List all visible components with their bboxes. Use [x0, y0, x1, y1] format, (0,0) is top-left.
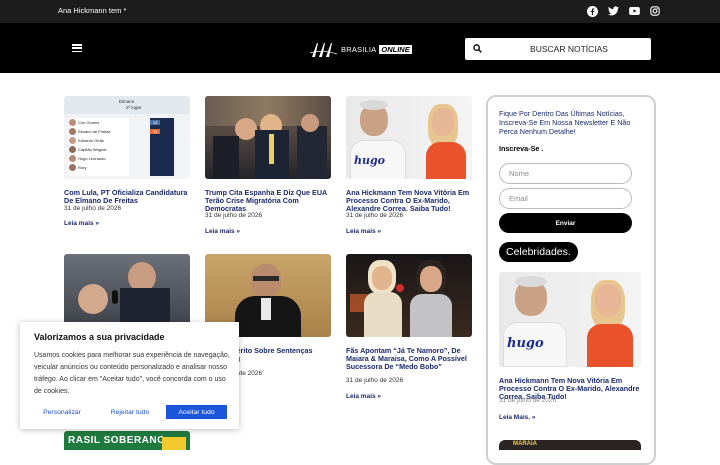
youtube-icon[interactable]: [628, 5, 640, 17]
post-date: 31 de julho de 2026: [346, 377, 404, 384]
post-date: 31 de julho de 2026: [64, 205, 122, 212]
logo-text: BRASILIA: [341, 44, 377, 54]
subscribe-heading: Inscreva-Se .: [499, 144, 544, 153]
sidebar-thumbnail-2[interactable]: MARAIA: [499, 440, 641, 450]
post-title[interactable]: Ana Hickmann Tem Nova Vitória Em Process…: [346, 189, 474, 213]
logo-highlight: ONLINE: [379, 44, 412, 54]
post-thumbnail-singers[interactable]: [346, 254, 472, 337]
accept-all-button[interactable]: Aceitar tudo: [166, 405, 227, 419]
cookie-text: Usamos cookies para melhorar sua experiê…: [34, 352, 230, 395]
news-ticker[interactable]: Ana Hickmann tem *: [58, 6, 126, 15]
shirt-logo: hugo: [354, 154, 386, 167]
read-more-link[interactable]: Leia mais »: [346, 228, 381, 235]
read-more-link[interactable]: Leia mais »: [64, 220, 99, 227]
shirt-logo: hugo: [507, 336, 544, 351]
cookie-title: Valorizamos a sua privacidade: [34, 332, 165, 342]
menu-icon[interactable]: [72, 44, 82, 52]
post-date: 31 de julho de 2026: [205, 212, 263, 219]
post-thumbnail-poll[interactable]: Elmano 2º lugar Ciro Gomes 43 Elmano de F…: [64, 96, 190, 179]
post-title[interactable]: Trump Cita Espanha E Diz Que EUA Terão C…: [205, 189, 333, 213]
twitter-icon[interactable]: [607, 5, 619, 17]
post-title[interactable]: Fãs Apontam “Já Te Namoro”, De Maiara & …: [346, 347, 474, 371]
poll-header: Elmano: [119, 99, 135, 104]
sidebar-feature-thumbnail[interactable]: hugo: [499, 272, 641, 367]
sidebar-feature-date: 31 de julho de 2026: [499, 397, 557, 404]
search-box[interactable]: [465, 38, 651, 60]
banner-text: RASIL SOBERANO: [68, 435, 166, 446]
poll-subheader: 2º lugar: [126, 105, 142, 110]
poll-rows: Ciro Gomes 43 Elmano de Freitas 33 Eduardo…: [69, 118, 185, 172]
cookie-consent-banner: Valorizamos a sua privacidade Usamos coo…: [20, 322, 239, 429]
facebook-icon[interactable]: [586, 5, 598, 17]
read-more-link[interactable]: Leia mais »: [205, 228, 240, 235]
post-thumbnail-couple[interactable]: hugo: [346, 96, 472, 179]
read-more-link[interactable]: Leia mais »: [346, 393, 381, 400]
site-logo[interactable]: BRASILIA ONLINE: [310, 40, 412, 58]
instagram-icon[interactable]: [649, 5, 661, 17]
post-date: 31 de julho de 2026: [346, 212, 404, 219]
name-field[interactable]: [499, 163, 632, 184]
email-field[interactable]: [499, 188, 632, 209]
post-thumbnail-press[interactable]: [205, 96, 331, 179]
search-icon[interactable]: [473, 44, 482, 53]
logo-mark-icon: [310, 43, 338, 57]
search-input[interactable]: [489, 38, 649, 60]
post-title[interactable]: Com Lula, PT Oficializa Candidatura De E…: [64, 189, 192, 205]
post-thumbnail-banner[interactable]: RASIL SOBERANO: [64, 431, 190, 450]
category-badge[interactable]: Celebridades.: [499, 242, 578, 262]
customize-button[interactable]: Personalizar: [32, 405, 92, 419]
newsletter-intro: Fique Por Dentro Das Últimas Notícias, I…: [499, 109, 631, 136]
send-button[interactable]: Enviar: [499, 213, 632, 233]
reject-all-button[interactable]: Rejeitar tudo: [98, 405, 162, 419]
sidebar-read-more-link[interactable]: Leia Mais. »: [499, 414, 536, 421]
thumb2-label: MARAIA: [513, 441, 537, 447]
